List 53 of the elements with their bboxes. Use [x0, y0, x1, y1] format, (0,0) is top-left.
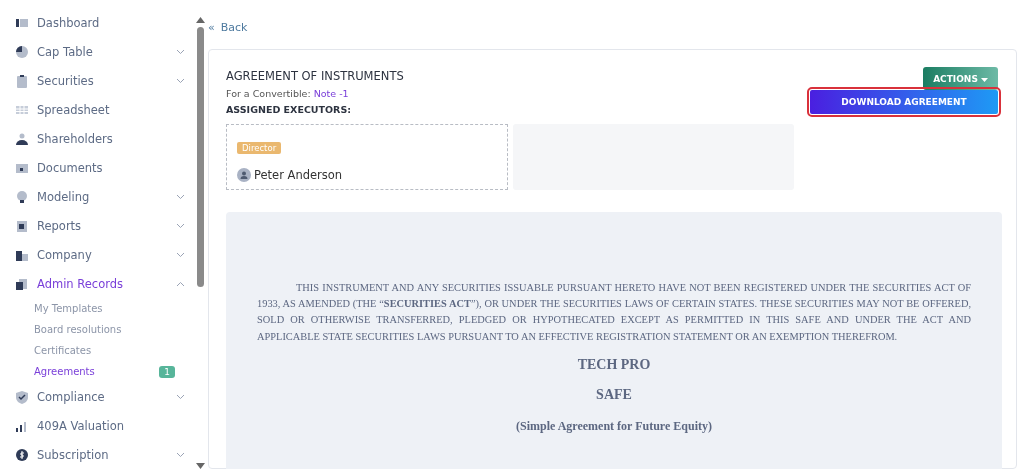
subtitle: For a Convertible: Note -1 [226, 88, 350, 99]
pie-chart-icon [15, 44, 29, 59]
sidebar-subitem[interactable]: Certificates [0, 340, 195, 361]
document-subtitle: (Simple Agreement for Future Equity) [515, 418, 713, 434]
sidebar-subitem[interactable]: Board resolutions [0, 319, 195, 340]
chevron-icon[interactable] [176, 48, 185, 55]
scroll-up-icon[interactable] [196, 17, 205, 23]
sidebar-item[interactable]: Cap Table [0, 37, 195, 66]
chevron-icon[interactable] [176, 393, 185, 400]
sidebar-item[interactable]: Documents [0, 153, 195, 182]
report-icon [15, 218, 29, 233]
sidebar-item[interactable]: Securities [0, 66, 195, 95]
document-type: SAFE [595, 386, 633, 403]
executor-name: Peter Anderson [254, 168, 343, 182]
avatar-icon [237, 168, 251, 182]
page-title: AGREEMENT OF INSTRUMENTS [226, 69, 404, 83]
chevron-icon[interactable] [176, 77, 185, 84]
sidebar-item[interactable]: Subscription [0, 440, 195, 469]
chevron-icon[interactable] [176, 193, 185, 200]
chevron-icon[interactable] [176, 251, 185, 258]
chevron-icon[interactable] [176, 280, 185, 287]
sidebar-subitem[interactable]: Agreements 1 [0, 361, 195, 382]
documents-icon [15, 276, 29, 291]
role-tag: Director [237, 142, 282, 154]
sidebar-item[interactable]: Reports [0, 211, 195, 240]
clipboard-icon [15, 73, 29, 88]
sidebar-item[interactable]: Compliance [0, 382, 195, 411]
section-heading: ASSIGNED EXECUTORS: [226, 104, 353, 115]
sidebar-item[interactable]: Company [0, 240, 195, 269]
chevron-icon[interactable] [176, 451, 185, 458]
back-link[interactable]: « Back [208, 17, 1017, 37]
sidebar-item[interactable]: Dashboard [0, 8, 195, 37]
sidebar-subitem[interactable]: My Templates [0, 298, 195, 319]
sidebar-item[interactable]: Modeling [0, 182, 195, 211]
lightbulb-icon [15, 189, 29, 204]
person-icon [15, 131, 29, 146]
double-chevron-icon: « [208, 20, 215, 34]
sidebar-item[interactable]: Spreadsheet [0, 95, 195, 124]
download-button[interactable]: DOWNLOAD AGREEMENT [810, 90, 998, 114]
chevron-icon[interactable] [176, 222, 185, 229]
dollar-coin-icon [15, 447, 29, 462]
sidebar-item[interactable]: 409A Valuation [0, 411, 195, 440]
caret-icon [981, 77, 988, 82]
company-name: TECH PRO [576, 356, 652, 373]
legal-notice: THIS INSTRUMENT AND ANY SECURITIES ISSUABLE PURSUANT HERETO HAVE NOT BEEN REGISTERED UNDER THE SECURITIES ACT OF 1933, AS AMENDED (THE “SECURITIES ACT”), OR UNDER THE SECURITIES LAWS OF CERTAIN STATES. THESE SECURITIES MAY NOT BE OFFERED, SOLD OR OTHERWISE TRANSFERRED, PLEDGED OR HYPOTHECATED EXCEPT AS PERMITTED IN THIS SAFE AND UNDER THE ACT AND APPLICABLE STATE SECURITIES LAWS PURSUANT TO AN EFFECTIVE REGISTRATION STATEMENT OR AN EXEMPTION THEREFROM. [257, 281, 971, 344]
note-link[interactable]: Note -1 [313, 88, 349, 99]
scrollbar-thumb[interactable] [197, 27, 204, 287]
shield-icon [15, 389, 29, 404]
count-badge: 1 [159, 365, 175, 378]
scroll-down-icon[interactable] [196, 463, 205, 469]
sidebar-item[interactable]: Admin Records [0, 269, 195, 298]
actions-button[interactable]: ACTIONS [923, 67, 998, 90]
sidebar-item[interactable]: Shareholders [0, 124, 195, 153]
